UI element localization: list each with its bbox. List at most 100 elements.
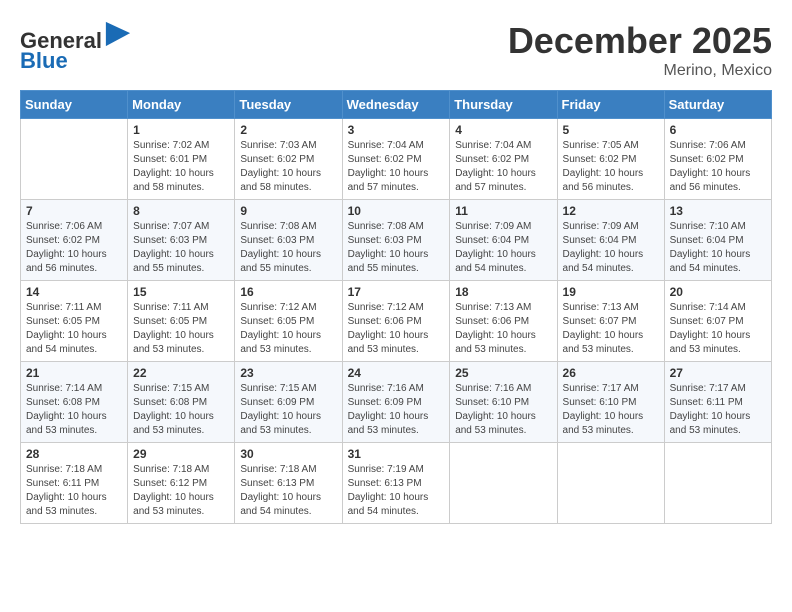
calendar-day-cell: 11 Sunrise: 7:09 AM Sunset: 6:04 PM Dayli… xyxy=(450,200,557,281)
day-info: Sunrise: 7:08 AM Sunset: 6:03 PM Dayligh… xyxy=(240,220,336,276)
day-number: 31 xyxy=(348,447,445,461)
day-number: 19 xyxy=(563,285,659,299)
calendar-day-cell: 9 Sunrise: 7:08 AM Sunset: 6:03 PM Daylig… xyxy=(235,200,342,281)
calendar-day-cell: 1 Sunrise: 7:02 AM Sunset: 6:01 PM Daylig… xyxy=(128,119,235,200)
calendar-day-cell: 19 Sunrise: 7:13 AM Sunset: 6:07 PM Dayli… xyxy=(557,281,664,362)
logo-icon xyxy=(104,20,132,48)
day-number: 28 xyxy=(26,447,122,461)
calendar-day-cell xyxy=(557,443,664,524)
day-info: Sunrise: 7:04 AM Sunset: 6:02 PM Dayligh… xyxy=(348,139,445,195)
calendar-day-cell: 27 Sunrise: 7:17 AM Sunset: 6:11 PM Dayli… xyxy=(664,362,771,443)
day-info: Sunrise: 7:16 AM Sunset: 6:09 PM Dayligh… xyxy=(348,382,445,438)
calendar-day-cell: 13 Sunrise: 7:10 AM Sunset: 6:04 PM Dayli… xyxy=(664,200,771,281)
calendar-day-cell: 2 Sunrise: 7:03 AM Sunset: 6:02 PM Daylig… xyxy=(235,119,342,200)
calendar-day-cell: 14Sunrise: 7:11 AM Sunset: 6:05 PM Dayli… xyxy=(21,281,128,362)
calendar-day-cell: 8Sunrise: 7:07 AM Sunset: 6:03 PM Daylig… xyxy=(128,200,235,281)
calendar-day-cell: 21 Sunrise: 7:14 AM Sunset: 6:08 PM Dayli… xyxy=(21,362,128,443)
calendar-week-row: 21 Sunrise: 7:14 AM Sunset: 6:08 PM Dayli… xyxy=(21,362,772,443)
calendar-week-row: 28 Sunrise: 7:18 AM Sunset: 6:11 PM Dayli… xyxy=(21,443,772,524)
subtitle: Merino, Mexico xyxy=(508,62,772,80)
calendar-day-cell: 10 Sunrise: 7:08 AM Sunset: 6:03 PM Dayli… xyxy=(342,200,450,281)
day-info: Sunrise: 7:15 AM Sunset: 6:09 PM Dayligh… xyxy=(240,382,336,438)
day-info: Sunrise: 7:17 AM Sunset: 6:10 PM Dayligh… xyxy=(563,382,659,438)
calendar-day-cell: 31 Sunrise: 7:19 AM Sunset: 6:13 PM Dayli… xyxy=(342,443,450,524)
day-info: Sunrise: 7:06 AM Sunset: 6:02 PM Dayligh… xyxy=(26,220,122,276)
day-info: Sunrise: 7:13 AM Sunset: 6:06 PM Dayligh… xyxy=(455,301,551,357)
calendar-day-cell: 18Sunrise: 7:13 AM Sunset: 6:06 PM Dayli… xyxy=(450,281,557,362)
day-info: Sunrise: 7:05 AM Sunset: 6:02 PM Dayligh… xyxy=(563,139,659,195)
day-number: 9 xyxy=(240,204,336,218)
calendar-day-header: Friday xyxy=(557,91,664,119)
day-number: 30 xyxy=(240,447,336,461)
day-number: 13 xyxy=(670,204,766,218)
calendar-day-header: Saturday xyxy=(664,91,771,119)
calendar-day-cell: 16Sunrise: 7:12 AM Sunset: 6:05 PM Dayli… xyxy=(235,281,342,362)
day-info: Sunrise: 7:06 AM Sunset: 6:02 PM Dayligh… xyxy=(670,139,766,195)
day-number: 4 xyxy=(455,123,551,137)
calendar-day-header: Monday xyxy=(128,91,235,119)
day-info: Sunrise: 7:09 AM Sunset: 6:04 PM Dayligh… xyxy=(455,220,551,276)
title-block: December 2025 Merino, Mexico xyxy=(508,20,772,80)
calendar-day-cell: 30 Sunrise: 7:18 AM Sunset: 6:13 PM Dayli… xyxy=(235,443,342,524)
calendar-day-cell: 4 Sunrise: 7:04 AM Sunset: 6:02 PM Daylig… xyxy=(450,119,557,200)
day-number: 17 xyxy=(348,285,445,299)
day-number: 27 xyxy=(670,366,766,380)
day-info: Sunrise: 7:02 AM Sunset: 6:01 PM Dayligh… xyxy=(133,139,229,195)
day-info: Sunrise: 7:09 AM Sunset: 6:04 PM Dayligh… xyxy=(563,220,659,276)
day-number: 16 xyxy=(240,285,336,299)
calendar-day-cell: 20Sunrise: 7:14 AM Sunset: 6:07 PM Dayli… xyxy=(664,281,771,362)
calendar-week-row: 7 Sunrise: 7:06 AM Sunset: 6:02 PM Daylig… xyxy=(21,200,772,281)
calendar-day-cell: 17Sunrise: 7:12 AM Sunset: 6:06 PM Dayli… xyxy=(342,281,450,362)
calendar-day-header: Thursday xyxy=(450,91,557,119)
day-number: 15 xyxy=(133,285,229,299)
day-info: Sunrise: 7:11 AM Sunset: 6:05 PM Dayligh… xyxy=(133,301,229,357)
day-info: Sunrise: 7:04 AM Sunset: 6:02 PM Dayligh… xyxy=(455,139,551,195)
calendar-table: SundayMondayTuesdayWednesdayThursdayFrid… xyxy=(20,90,772,524)
main-title: December 2025 xyxy=(508,20,772,62)
day-info: Sunrise: 7:19 AM Sunset: 6:13 PM Dayligh… xyxy=(348,463,445,519)
day-info: Sunrise: 7:18 AM Sunset: 6:11 PM Dayligh… xyxy=(26,463,122,519)
day-info: Sunrise: 7:17 AM Sunset: 6:11 PM Dayligh… xyxy=(670,382,766,438)
page-header: General Blue December 2025 Merino, Mexic… xyxy=(20,20,772,80)
calendar-day-header: Sunday xyxy=(21,91,128,119)
day-number: 11 xyxy=(455,204,551,218)
calendar-day-cell: 15 Sunrise: 7:11 AM Sunset: 6:05 PM Dayli… xyxy=(128,281,235,362)
day-info: Sunrise: 7:14 AM Sunset: 6:07 PM Dayligh… xyxy=(670,301,766,357)
calendar-header-row: SundayMondayTuesdayWednesdayThursdayFrid… xyxy=(21,91,772,119)
calendar-day-cell: 28 Sunrise: 7:18 AM Sunset: 6:11 PM Dayli… xyxy=(21,443,128,524)
calendar-day-cell xyxy=(450,443,557,524)
day-info: Sunrise: 7:15 AM Sunset: 6:08 PM Dayligh… xyxy=(133,382,229,438)
calendar-day-cell: 26 Sunrise: 7:17 AM Sunset: 6:10 PM Dayli… xyxy=(557,362,664,443)
day-info: Sunrise: 7:11 AM Sunset: 6:05 PM Dayligh… xyxy=(26,301,122,357)
calendar-day-cell: 3Sunrise: 7:04 AM Sunset: 6:02 PM Daylig… xyxy=(342,119,450,200)
calendar-day-cell: 6 Sunrise: 7:06 AM Sunset: 6:02 PM Daylig… xyxy=(664,119,771,200)
day-info: Sunrise: 7:18 AM Sunset: 6:13 PM Dayligh… xyxy=(240,463,336,519)
day-info: Sunrise: 7:18 AM Sunset: 6:12 PM Dayligh… xyxy=(133,463,229,519)
calendar-week-row: 14Sunrise: 7:11 AM Sunset: 6:05 PM Dayli… xyxy=(21,281,772,362)
calendar-day-cell: 23Sunrise: 7:15 AM Sunset: 6:09 PM Dayli… xyxy=(235,362,342,443)
calendar-day-header: Tuesday xyxy=(235,91,342,119)
day-info: Sunrise: 7:10 AM Sunset: 6:04 PM Dayligh… xyxy=(670,220,766,276)
calendar-day-cell: 24 Sunrise: 7:16 AM Sunset: 6:09 PM Dayli… xyxy=(342,362,450,443)
day-number: 24 xyxy=(348,366,445,380)
calendar-day-cell: 25Sunrise: 7:16 AM Sunset: 6:10 PM Dayli… xyxy=(450,362,557,443)
day-number: 6 xyxy=(670,123,766,137)
day-number: 7 xyxy=(26,204,122,218)
calendar-day-header: Wednesday xyxy=(342,91,450,119)
day-number: 12 xyxy=(563,204,659,218)
logo: General Blue xyxy=(20,20,132,73)
calendar-day-cell: 12 Sunrise: 7:09 AM Sunset: 6:04 PM Dayli… xyxy=(557,200,664,281)
day-number: 1 xyxy=(133,123,229,137)
day-info: Sunrise: 7:13 AM Sunset: 6:07 PM Dayligh… xyxy=(563,301,659,357)
day-number: 29 xyxy=(133,447,229,461)
logo-blue: Blue xyxy=(20,48,68,73)
day-number: 10 xyxy=(348,204,445,218)
day-number: 26 xyxy=(563,366,659,380)
day-number: 22 xyxy=(133,366,229,380)
day-number: 21 xyxy=(26,366,122,380)
day-info: Sunrise: 7:14 AM Sunset: 6:08 PM Dayligh… xyxy=(26,382,122,438)
day-info: Sunrise: 7:07 AM Sunset: 6:03 PM Dayligh… xyxy=(133,220,229,276)
day-info: Sunrise: 7:03 AM Sunset: 6:02 PM Dayligh… xyxy=(240,139,336,195)
day-info: Sunrise: 7:08 AM Sunset: 6:03 PM Dayligh… xyxy=(348,220,445,276)
day-number: 2 xyxy=(240,123,336,137)
